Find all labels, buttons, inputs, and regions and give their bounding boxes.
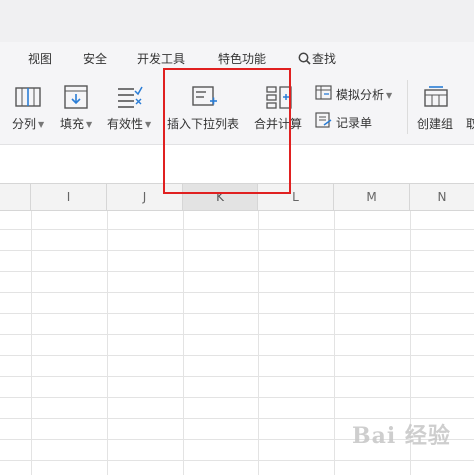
- tab-developer-tools[interactable]: 开发工具: [137, 50, 185, 67]
- record-form-icon: [315, 112, 332, 128]
- column-header-partial[interactable]: [0, 184, 31, 210]
- column-header-m[interactable]: M: [334, 184, 410, 210]
- split-columns-icon: [15, 87, 41, 107]
- ribbon-divider: [407, 80, 408, 134]
- column-header-n[interactable]: N: [410, 184, 474, 210]
- fill-button[interactable]: 填充 ▼: [60, 115, 92, 132]
- validity-dropdown-icon: ▼: [145, 120, 152, 129]
- highlight-box: [163, 68, 291, 194]
- fill-dropdown-icon: ▼: [86, 120, 93, 129]
- validity-icon: [118, 86, 143, 108]
- split-button[interactable]: 分列 ▼: [12, 115, 44, 132]
- create-group-icon: [424, 86, 448, 107]
- simulate-analysis-icon: [315, 85, 332, 100]
- search-icon: [298, 52, 311, 65]
- split-dropdown-icon: ▼: [38, 120, 45, 129]
- baidu-jingyan-watermark: Bai 经验: [352, 418, 451, 450]
- fill-label: 填充: [60, 117, 85, 131]
- search-label: 查找: [312, 52, 337, 66]
- title-bar: [0, 0, 474, 42]
- watermark-text: Bai 经验: [352, 423, 451, 449]
- split-label: 分列: [12, 117, 37, 131]
- simulate-analysis-dropdown-icon: ▼: [386, 91, 393, 100]
- tab-special-features[interactable]: 特色功能: [218, 50, 266, 67]
- record-form-button[interactable]: 记录单: [336, 114, 372, 131]
- tab-search[interactable]: 查找: [298, 50, 336, 67]
- tab-security[interactable]: 安全: [83, 50, 107, 67]
- tab-view[interactable]: 视图: [28, 50, 52, 67]
- partial-button-next[interactable]: 取: [466, 115, 474, 132]
- simulate-analysis-label: 模拟分析: [336, 88, 385, 102]
- validity-label: 有效性: [107, 117, 144, 131]
- validity-button[interactable]: 有效性 ▼: [107, 115, 151, 132]
- fill-down-icon: [64, 85, 88, 109]
- column-header-i[interactable]: I: [31, 184, 107, 210]
- create-group-button[interactable]: 创建组: [417, 115, 453, 132]
- simulate-analysis-button[interactable]: 模拟分析 ▼: [336, 86, 392, 103]
